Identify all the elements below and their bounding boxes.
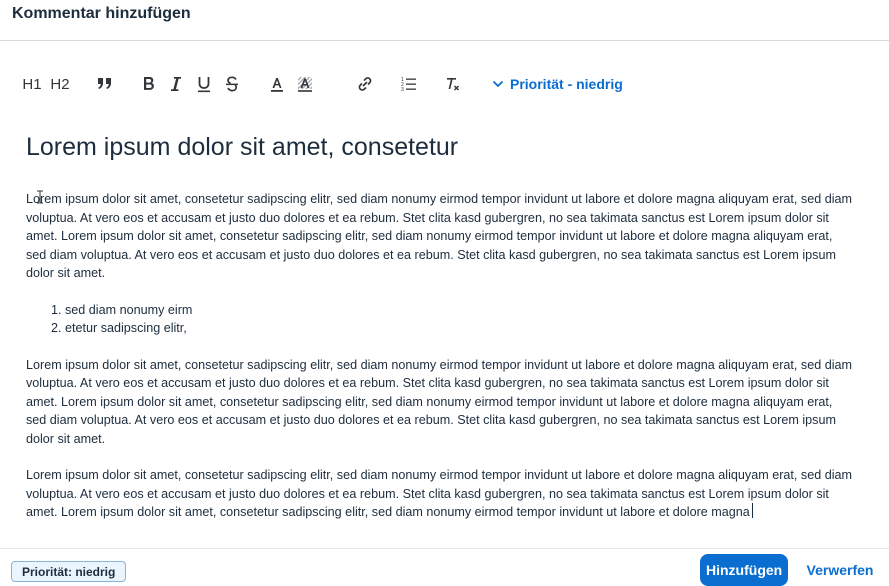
- highlight-button[interactable]: [295, 70, 315, 98]
- underline-button[interactable]: [194, 70, 214, 98]
- list-item: etetur sadipscing elitr,: [65, 319, 856, 338]
- editor-paragraph-2: Lorem ipsum dolor sit amet, consetetur s…: [26, 357, 853, 446]
- editor-heading: Lorem ipsum dolor sit amet, consetetur: [26, 133, 459, 161]
- editor-ordered-list: sed diam nonumy eirm etetur sadipscing e…: [26, 301, 856, 338]
- editor-paragraph-1: Lorem ipsum dolor sit amet, consetetur s…: [26, 192, 853, 280]
- heading-1-button[interactable]: H1: [22, 70, 42, 98]
- ordered-list-button[interactable]: 1 2 3: [399, 70, 419, 98]
- strikethrough-button[interactable]: [222, 70, 242, 98]
- highlight-icon: [298, 76, 312, 92]
- comment-editor[interactable]: Lorem ipsum dolor sit amet, consetetur L…: [26, 130, 856, 540]
- italic-button[interactable]: [166, 70, 186, 98]
- priority-badge: Priorität: niedrig: [11, 561, 127, 582]
- editor-paragraph-3: Lorem ipsum dolor sit amet, consetetur s…: [26, 466, 856, 522]
- svg-text:3: 3: [401, 87, 404, 92]
- priority-dropdown[interactable]: Priorität - niedrig: [492, 70, 623, 98]
- list-item: sed diam nonumy eirm: [65, 301, 856, 320]
- clear-format-icon: [447, 78, 460, 91]
- clear-format-button[interactable]: [443, 70, 463, 98]
- editor-toolbar: H1 H2 1 2 3 Priorität - niedrig: [0, 70, 889, 98]
- quote-icon: [98, 78, 111, 89]
- text-color-icon: [271, 77, 283, 92]
- text-caret: [751, 503, 753, 518]
- underline-icon: [198, 76, 210, 92]
- bold-button[interactable]: [139, 70, 159, 98]
- link-button[interactable]: [355, 70, 375, 98]
- text-cursor-icon: [37, 190, 43, 204]
- chevron-down-icon: [492, 80, 504, 88]
- heading-2-label: H2: [50, 75, 70, 93]
- heading-1-label: H1: [22, 75, 42, 93]
- bold-icon: [144, 77, 154, 90]
- dialog-title: Kommentar hinzufügen: [12, 5, 191, 22]
- heading-2-button[interactable]: H2: [50, 70, 70, 98]
- editor-paragraph-3-text: Lorem ipsum dolor sit amet, consetetur s…: [26, 468, 853, 519]
- heading-2-icon: H2: [50, 76, 69, 93]
- ordered-list-icon: 1 2 3: [401, 77, 416, 92]
- strikethrough-icon: [226, 76, 238, 92]
- discard-button[interactable]: Verwerfen: [800, 554, 880, 586]
- priority-dropdown-label: Priorität - niedrig: [510, 76, 623, 92]
- add-button[interactable]: Hinzufügen: [700, 554, 788, 586]
- dialog-footer: Priorität: niedrig Hinzufügen Verwerfen: [0, 548, 889, 586]
- text-color-button[interactable]: [267, 70, 287, 98]
- italic-icon: [171, 77, 181, 91]
- dialog-header: Kommentar hinzufügen: [0, 0, 889, 41]
- link-icon: [358, 77, 372, 91]
- quote-button[interactable]: [95, 70, 115, 98]
- heading-1-icon: H1: [22, 76, 41, 93]
